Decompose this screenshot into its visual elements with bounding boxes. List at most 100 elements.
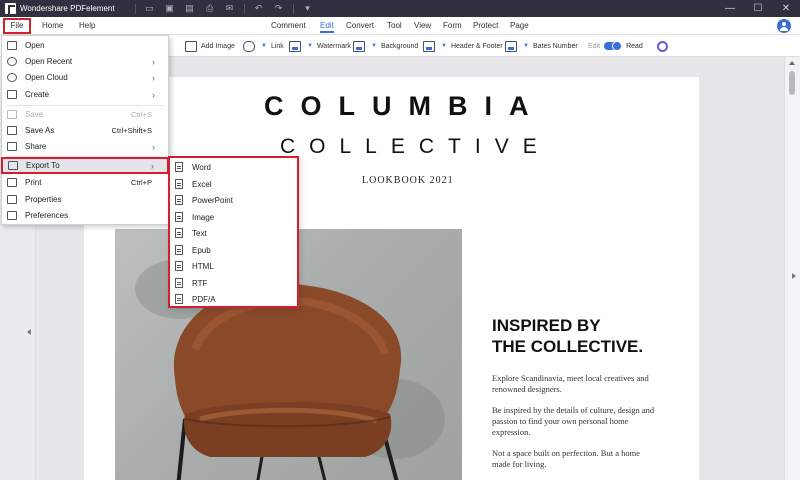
export-image[interactable]: Image [170,209,297,226]
shortcut-label: Ctrl+Shift+S [111,126,152,135]
pdfelement-logo-icon [5,3,16,14]
image-file-icon [175,212,183,223]
tab-view[interactable]: View [414,19,431,33]
menu-item-create[interactable]: Create › [2,86,168,103]
minimize-button[interactable]: — [716,0,744,17]
edit-mode-label: Edit [588,42,601,50]
chevron-right-icon: › [152,72,155,83]
close-button[interactable]: ✕ [772,0,800,17]
document-subtitle: COLLECTIVE [280,135,551,158]
menu-item-print[interactable]: Print Ctrl+P [2,174,168,191]
menu-item-label: Share [25,142,47,151]
menu-item-share[interactable]: Share › [2,138,168,155]
scrollbar-thumb[interactable] [789,71,795,95]
settings-button[interactable] [657,39,668,53]
image-icon [185,40,197,52]
body-paragraph-2: Be inspired by the details of culture, d… [492,405,655,437]
menu-item-open-recent[interactable]: Open Recent › [2,53,168,70]
user-account-icon[interactable] [777,19,791,33]
tab-comment[interactable]: Comment [271,19,306,33]
menu-item-label: Properties [25,195,62,204]
menu-item-open-cloud[interactable]: Open Cloud › [2,69,168,86]
menu-item-preferences[interactable]: Preferences [2,207,168,224]
file-menu[interactable]: File [3,18,31,34]
export-powerpoint[interactable]: PowerPoint [170,192,297,209]
header-footer-button[interactable]: ▼ Header & Footer [423,39,503,53]
export-excel[interactable]: Excel [170,176,297,193]
print-icon [7,178,17,187]
export-html[interactable]: HTML [170,258,297,275]
gear-icon [657,40,668,52]
mode-toggle[interactable] [604,41,623,51]
excel-file-icon [175,179,183,190]
undo-icon[interactable]: ↶ [253,4,265,14]
background-button[interactable]: ▼ Background [353,39,418,53]
file-dropdown-menu: Open Open Recent › Open Cloud › Create ›… [1,35,169,225]
menu-item-label: Create [25,90,50,99]
home-menu[interactable]: Home [42,19,63,33]
watermark-button[interactable]: ▼ Watermark [289,39,351,53]
export-word[interactable]: Word [170,159,297,176]
body-paragraph-1: Explore Scandinavia, meet local creative… [492,373,649,394]
edit-read-switch[interactable]: Edit Read [588,39,643,53]
tab-convert[interactable]: Convert [346,19,374,33]
menu-item-label: Save As [25,126,55,135]
quick-access-toolbar: ▭ ▣ ▤ ⎙ ✉ ↶ ↷ ▾ [134,3,314,14]
link-button[interactable]: ▼ Link [243,39,284,53]
window-controls: — ☐ ✕ [716,0,800,17]
customize-icon[interactable]: ▾ [302,4,314,14]
save-as-icon[interactable]: ▤ [184,4,196,14]
chevron-down-icon: ▼ [523,43,529,49]
redo-icon[interactable]: ↷ [273,4,285,14]
tab-tool[interactable]: Tool [387,19,402,33]
tab-form[interactable]: Form [443,19,462,33]
menu-item-export-to[interactable]: Export To › [1,157,169,174]
chevron-down-icon: ▼ [371,43,377,49]
html-file-icon [175,261,183,272]
export-rtf[interactable]: RTF [170,275,297,292]
tab-protect[interactable]: Protect [473,19,498,33]
email-icon[interactable]: ✉ [224,4,236,14]
help-menu[interactable]: Help [79,19,95,33]
plus-icon [7,90,17,99]
export-label: PDF/A [192,294,216,304]
add-image-label: Add Image [201,42,235,50]
export-text[interactable]: Text [170,225,297,242]
divider [134,3,136,14]
chevron-right-icon: › [151,160,154,171]
save-icon[interactable]: ▣ [164,4,176,14]
tab-edit[interactable]: Edit [320,19,334,33]
rtf-file-icon [175,278,183,289]
menu-item-label: Print [25,178,42,187]
folder-icon[interactable]: ▭ [144,4,156,14]
expand-right-panel-icon[interactable] [792,273,796,279]
bates-number-label: Bates Number [532,42,578,50]
export-label: HTML [192,261,214,271]
chevron-down-icon: ▼ [261,43,267,49]
export-pdfa[interactable]: PDF/A [170,291,297,308]
export-label: PowerPoint [192,195,233,205]
expand-left-panel-icon[interactable] [27,329,31,335]
export-label: RTF [192,278,208,288]
right-scrollbar[interactable] [784,57,800,480]
print-icon[interactable]: ⎙ [204,4,216,14]
chevron-right-icon: › [152,56,155,67]
maximize-button[interactable]: ☐ [744,0,772,17]
add-image-button[interactable]: Add Image [185,39,235,53]
scroll-up-icon[interactable] [789,61,795,65]
menu-item-save-as[interactable]: Save As Ctrl+Shift+S [2,122,168,139]
menu-bar: File Home Help Comment Edit Convert Tool… [0,17,800,35]
export-label: Epub [192,245,211,255]
menu-item-open[interactable]: Open [2,37,168,54]
menu-item-label: Preferences [25,211,69,220]
menu-item-properties[interactable]: Properties [2,191,168,208]
save-icon [7,110,17,119]
export-epub[interactable]: Epub [170,242,297,259]
chevron-right-icon: › [152,89,155,100]
export-label: Word [192,162,211,172]
tab-page[interactable]: Page [510,19,529,33]
menu-item-label: Export To [26,161,60,170]
bates-number-button[interactable]: ▼ Bates Number [505,39,578,53]
read-mode-label: Read [626,42,643,50]
preferences-icon [7,211,17,220]
